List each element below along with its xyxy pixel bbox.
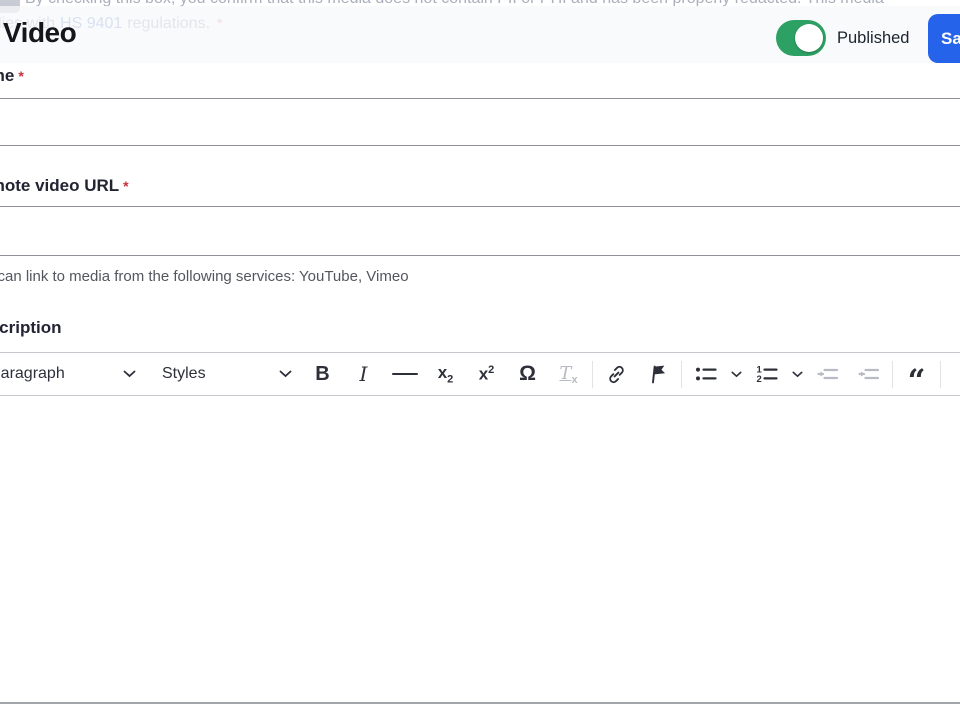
description-editor: Paragraph Styles B I x2 bbox=[0, 352, 960, 704]
bold-button[interactable]: B bbox=[302, 356, 343, 392]
toolbar-separator bbox=[592, 360, 593, 388]
toolbar-separator bbox=[681, 360, 682, 388]
name-label-text: Name bbox=[0, 66, 15, 85]
outdent-button[interactable] bbox=[807, 356, 848, 392]
remote-video-url-label: Remote video URL* bbox=[0, 176, 960, 196]
page-title: Video bbox=[3, 17, 77, 48]
bookmark-button[interactable] bbox=[637, 356, 678, 392]
chevron-down-icon bbox=[279, 370, 292, 378]
chevron-down-icon bbox=[123, 370, 136, 378]
name-input[interactable] bbox=[0, 98, 960, 146]
bulleted-list-dropdown-arrow[interactable] bbox=[726, 356, 746, 392]
horizontal-line-icon bbox=[391, 372, 418, 376]
description-label: Description bbox=[0, 318, 62, 337]
required-asterisk: * bbox=[123, 178, 129, 194]
sticky-header: Video Published Save bbox=[0, 6, 960, 63]
remote-video-url-label-text: Remote video URL bbox=[0, 176, 120, 195]
numbered-list-button[interactable]: 1 2 bbox=[746, 356, 787, 392]
italic-icon: I bbox=[359, 362, 368, 386]
toolbar-separator bbox=[940, 360, 941, 388]
styles-dropdown[interactable]: Styles bbox=[162, 356, 292, 392]
name-label: Name* bbox=[0, 66, 960, 86]
subscript-button[interactable]: x2 bbox=[425, 356, 466, 392]
svg-text:2: 2 bbox=[756, 374, 761, 385]
chevron-down-icon bbox=[791, 371, 803, 377]
toolbar-separator bbox=[892, 360, 893, 388]
remote-video-url-description: You can link to media from the following… bbox=[0, 268, 409, 285]
outdent-icon bbox=[816, 368, 838, 380]
required-asterisk: * bbox=[18, 68, 24, 84]
styles-label: Styles bbox=[162, 365, 206, 382]
editor-toolbar: Paragraph Styles B I x2 bbox=[0, 353, 960, 399]
special-characters-button[interactable]: Ω bbox=[507, 356, 548, 392]
media-edit-page: By checking this box, you confirm that t… bbox=[0, 0, 960, 720]
bookmark-flag-icon bbox=[651, 365, 665, 384]
published-label: Published bbox=[837, 29, 910, 47]
block-quote-icon: “ bbox=[907, 363, 926, 399]
subscript-icon: x2 bbox=[437, 362, 454, 386]
superscript-icon: x2 bbox=[478, 363, 495, 384]
link-icon bbox=[609, 365, 624, 383]
bold-icon: B bbox=[315, 362, 330, 385]
editor-content-area[interactable] bbox=[0, 396, 960, 704]
indent-icon bbox=[857, 368, 879, 380]
link-button[interactable] bbox=[596, 356, 637, 392]
italic-button[interactable]: I bbox=[343, 356, 384, 392]
bulleted-list-button[interactable] bbox=[685, 356, 726, 392]
paragraph-format-dropdown[interactable]: Paragraph bbox=[0, 356, 136, 392]
superscript-button[interactable]: x2 bbox=[466, 356, 507, 392]
numbered-list-icon: 1 2 bbox=[756, 365, 778, 385]
media-form: Name* Remote video URL* You can link to … bbox=[0, 66, 960, 704]
save-button[interactable]: Save bbox=[928, 14, 960, 63]
bulleted-list-icon bbox=[695, 367, 717, 381]
toggle-knob-icon bbox=[795, 24, 823, 52]
horizontal-line-button[interactable] bbox=[384, 356, 425, 392]
block-quote-button[interactable]: “ bbox=[896, 356, 937, 399]
chevron-down-icon bbox=[730, 371, 742, 377]
remote-video-url-input[interactable] bbox=[0, 206, 960, 256]
omega-icon: Ω bbox=[519, 362, 536, 385]
remove-format-icon: Tx bbox=[559, 362, 578, 386]
indent-button[interactable] bbox=[848, 356, 889, 392]
paragraph-format-label: Paragraph bbox=[0, 365, 65, 382]
published-toggle[interactable] bbox=[776, 20, 826, 56]
remove-format-button[interactable]: Tx bbox=[548, 356, 589, 392]
numbered-list-dropdown-arrow[interactable] bbox=[787, 356, 807, 392]
